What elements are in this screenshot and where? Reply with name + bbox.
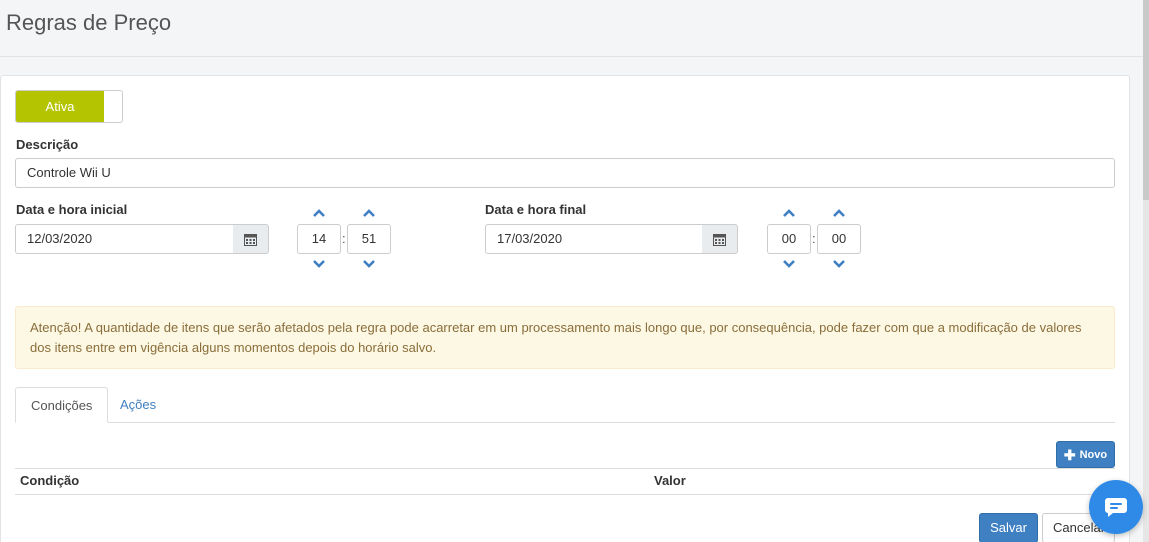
end-hour-input[interactable]: 00 — [767, 224, 811, 254]
start-minute-input[interactable]: 51 — [347, 224, 391, 254]
chevron-down-icon — [313, 260, 325, 268]
tab-conditions[interactable]: Condições — [15, 387, 109, 423]
chevron-down-icon — [363, 260, 375, 268]
table-bottom-border — [15, 494, 1115, 495]
warning-alert: Atenção! A quantidade de itens que serão… — [15, 306, 1115, 369]
end-time-separator: : — [812, 231, 816, 246]
end-calendar-button[interactable] — [702, 224, 738, 254]
column-header-value: Valor — [654, 473, 686, 488]
scrollbar-thumb[interactable] — [1143, 0, 1149, 200]
chevron-up-icon — [363, 209, 375, 217]
chevron-up-icon — [833, 209, 845, 217]
new-button-label: Novo — [1079, 448, 1108, 461]
chevron-up-icon — [313, 209, 325, 217]
description-input[interactable]: Controle Wii U — [15, 158, 1115, 188]
start-datetime-label: Data e hora inicial — [16, 202, 128, 217]
tabs-divider — [15, 422, 1115, 423]
chat-icon — [1105, 498, 1127, 517]
plus-icon: ✚ — [1063, 446, 1076, 463]
save-button[interactable]: Salvar — [979, 513, 1038, 542]
new-condition-button[interactable]: ✚ Novo — [1056, 441, 1115, 468]
end-minute-up[interactable] — [817, 206, 861, 220]
chevron-down-icon — [783, 260, 795, 268]
scrollbar[interactable] — [1143, 0, 1149, 542]
page-header: Regras de Preço — [0, 0, 1143, 57]
chat-widget-button[interactable] — [1089, 480, 1143, 534]
table-top-border — [15, 468, 1115, 469]
start-minute-up[interactable] — [347, 206, 391, 220]
start-time-separator: : — [342, 231, 346, 246]
chevron-up-icon — [783, 209, 795, 217]
start-minute-down[interactable] — [347, 257, 391, 271]
toggle-on-label: Ativa — [16, 91, 104, 122]
active-toggle[interactable]: Ativa — [15, 90, 123, 123]
calendar-icon — [244, 233, 257, 246]
start-hour-input[interactable]: 14 — [297, 224, 341, 254]
end-date-input[interactable]: 17/03/2020 — [485, 224, 703, 254]
end-datetime-label: Data e hora final — [485, 202, 587, 217]
start-hour-down[interactable] — [297, 257, 341, 271]
end-hour-up[interactable] — [767, 206, 811, 220]
end-minute-input[interactable]: 00 — [817, 224, 861, 254]
start-calendar-button[interactable] — [233, 224, 269, 254]
page-title: Regras de Preço — [6, 10, 172, 35]
end-minute-down[interactable] — [817, 257, 861, 271]
tab-actions[interactable]: Ações — [105, 387, 171, 423]
column-header-condition: Condição — [20, 473, 80, 488]
description-label: Descrição — [16, 137, 79, 152]
start-hour-up[interactable] — [297, 206, 341, 220]
start-date-input[interactable]: 12/03/2020 — [15, 224, 234, 254]
end-hour-down[interactable] — [767, 257, 811, 271]
chevron-down-icon — [833, 260, 845, 268]
calendar-icon — [713, 233, 726, 246]
